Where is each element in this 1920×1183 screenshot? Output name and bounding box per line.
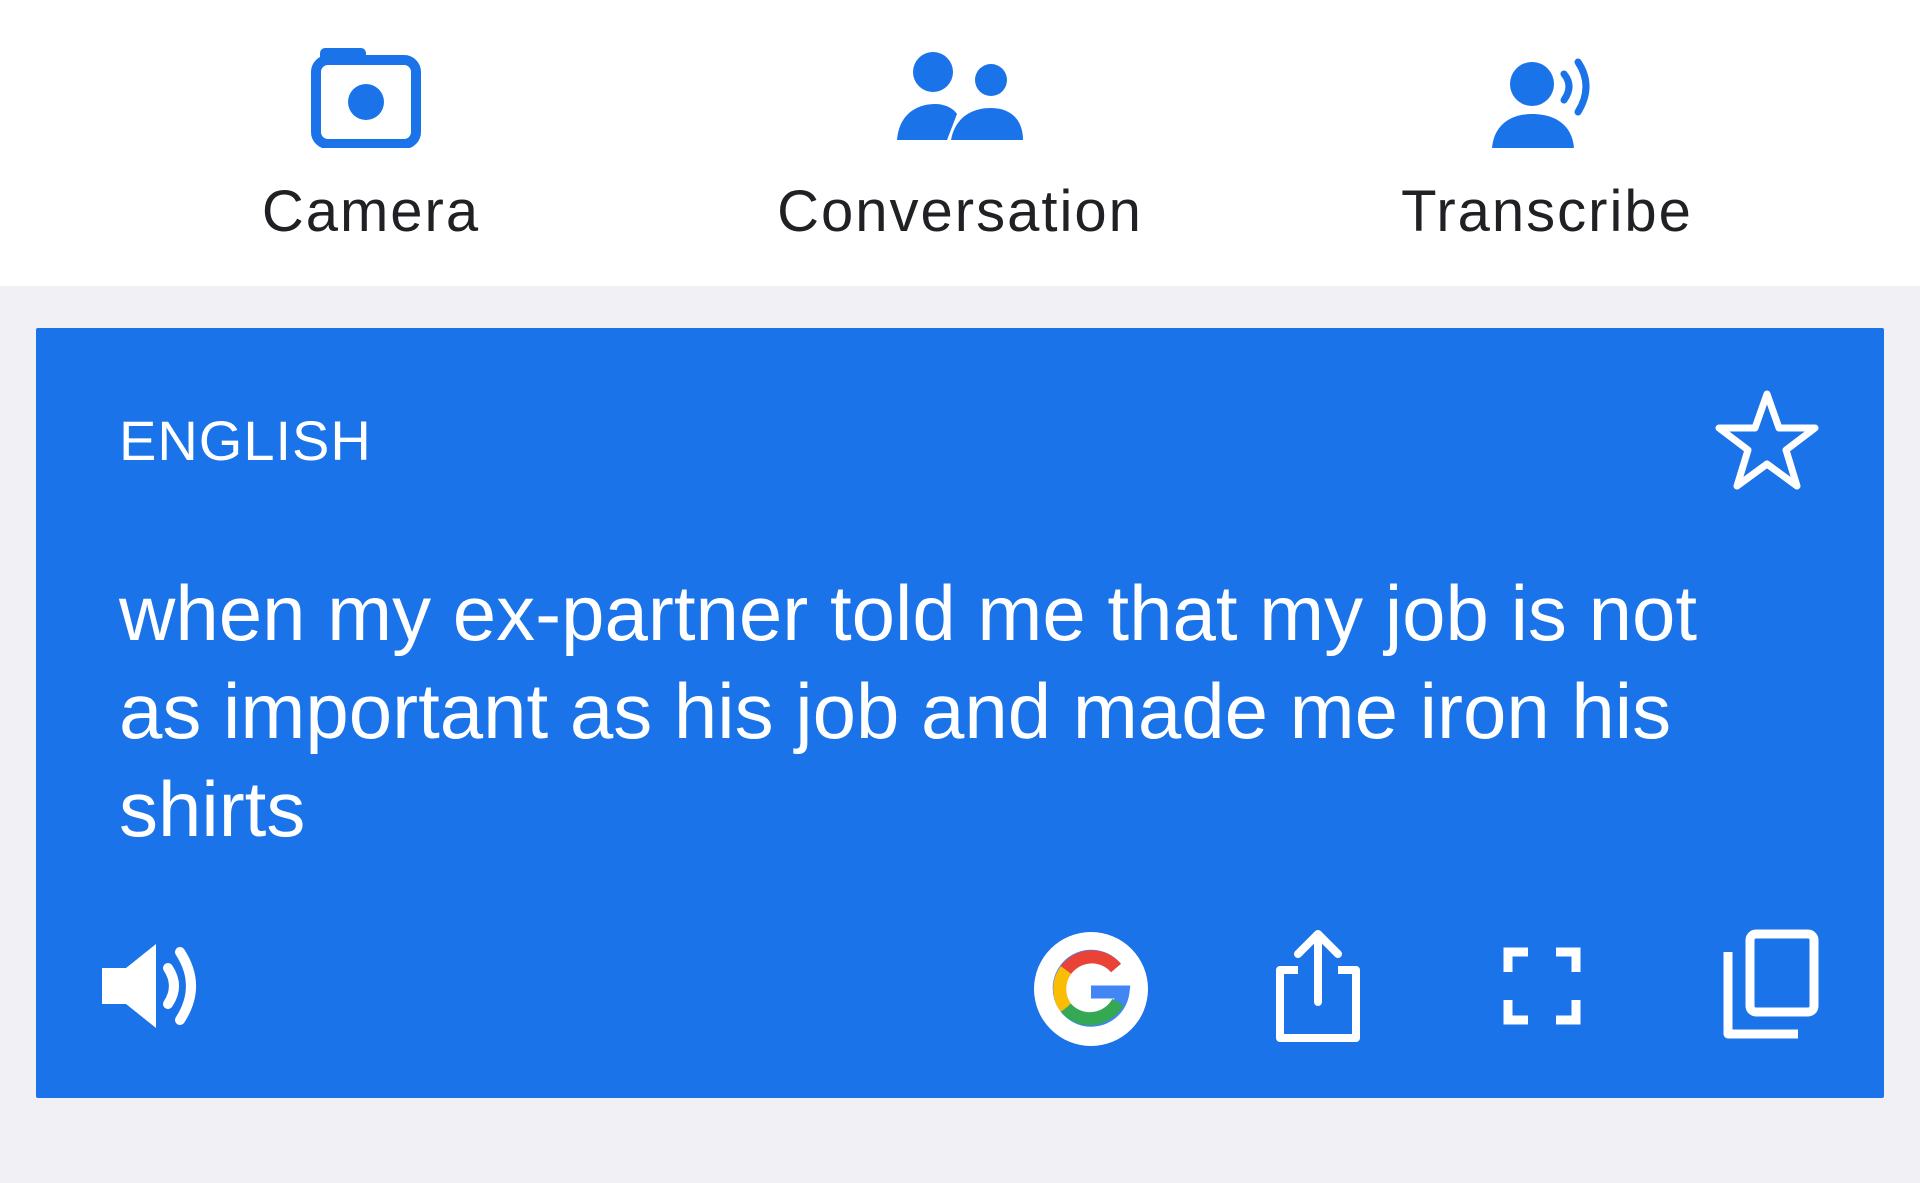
share-icon[interactable]: [1272, 926, 1364, 1044]
voice-person-icon: [1492, 58, 1590, 148]
camera-label: Camera: [261, 179, 481, 244]
star-icon[interactable]: [1712, 386, 1822, 496]
transcribe-button[interactable]: Transcribe: [1347, 0, 1747, 286]
camera-button[interactable]: Camera: [171, 0, 571, 286]
translation-card: ENGLISH when my ex-partner told me that …: [36, 328, 1884, 1098]
language-label: ENGLISH: [119, 409, 372, 472]
speaker-icon[interactable]: [98, 938, 202, 1034]
mode-bar: Camera Conversation Transcribe: [0, 0, 1920, 286]
google-icon[interactable]: [1032, 930, 1150, 1048]
conversation-button[interactable]: Conversation: [760, 0, 1160, 286]
conversation-label: Conversation: [777, 179, 1143, 244]
translation-text: when my ex-partner told me that my job i…: [119, 569, 1698, 853]
people-icon: [897, 52, 1023, 140]
copy-icon[interactable]: [1722, 928, 1820, 1040]
camera-icon: [311, 48, 421, 148]
fullscreen-icon[interactable]: [1502, 946, 1582, 1026]
transcribe-label: Transcribe: [1401, 179, 1693, 244]
